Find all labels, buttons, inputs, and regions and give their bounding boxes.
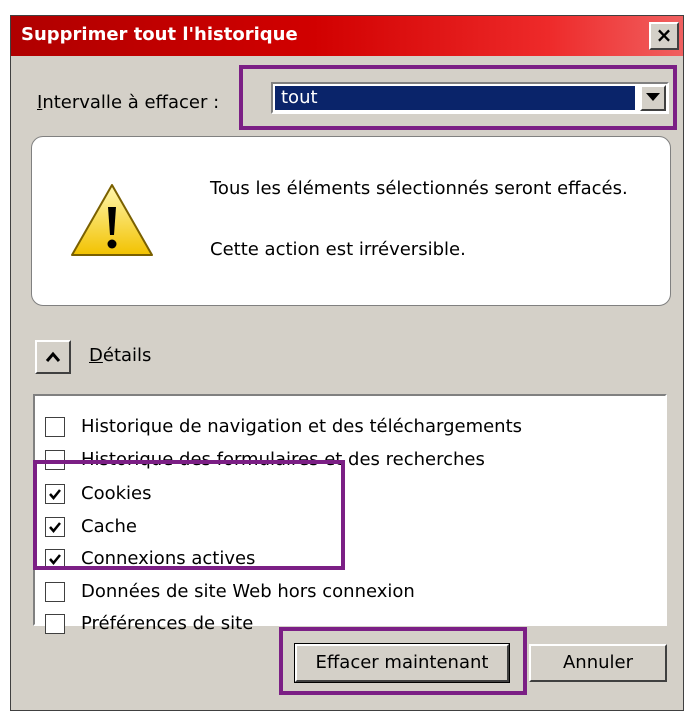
title-bar: Supprimer tout l'historique × bbox=[11, 16, 683, 56]
interval-label: Intervalle à effacer : bbox=[37, 92, 220, 113]
warning-message: Tous les éléments sélectionnés seront ef… bbox=[210, 178, 628, 199]
details-label[interactable]: Détails bbox=[89, 345, 151, 366]
close-button[interactable]: × bbox=[649, 22, 679, 50]
details-toggle-button[interactable] bbox=[35, 340, 71, 374]
close-icon: × bbox=[655, 23, 673, 47]
checkbox[interactable] bbox=[45, 417, 65, 437]
warning-panel: Tous les éléments sélectionnés seront ef… bbox=[31, 136, 671, 306]
clear-history-dialog: Supprimer tout l'historique × Intervalle… bbox=[10, 15, 684, 711]
interval-highlight bbox=[239, 65, 677, 130]
dialog-title: Supprimer tout l'historique bbox=[21, 24, 298, 45]
warning-icon bbox=[71, 184, 153, 256]
checkbox[interactable] bbox=[45, 582, 65, 602]
irreversible-notice: Cette action est irréversible. bbox=[210, 239, 466, 260]
chevron-up-icon bbox=[45, 351, 61, 362]
cancel-button[interactable]: Annuler bbox=[529, 644, 667, 682]
checkbox[interactable] bbox=[45, 614, 65, 634]
checked-items-highlight bbox=[33, 460, 345, 570]
clear-button-highlight bbox=[279, 627, 527, 695]
